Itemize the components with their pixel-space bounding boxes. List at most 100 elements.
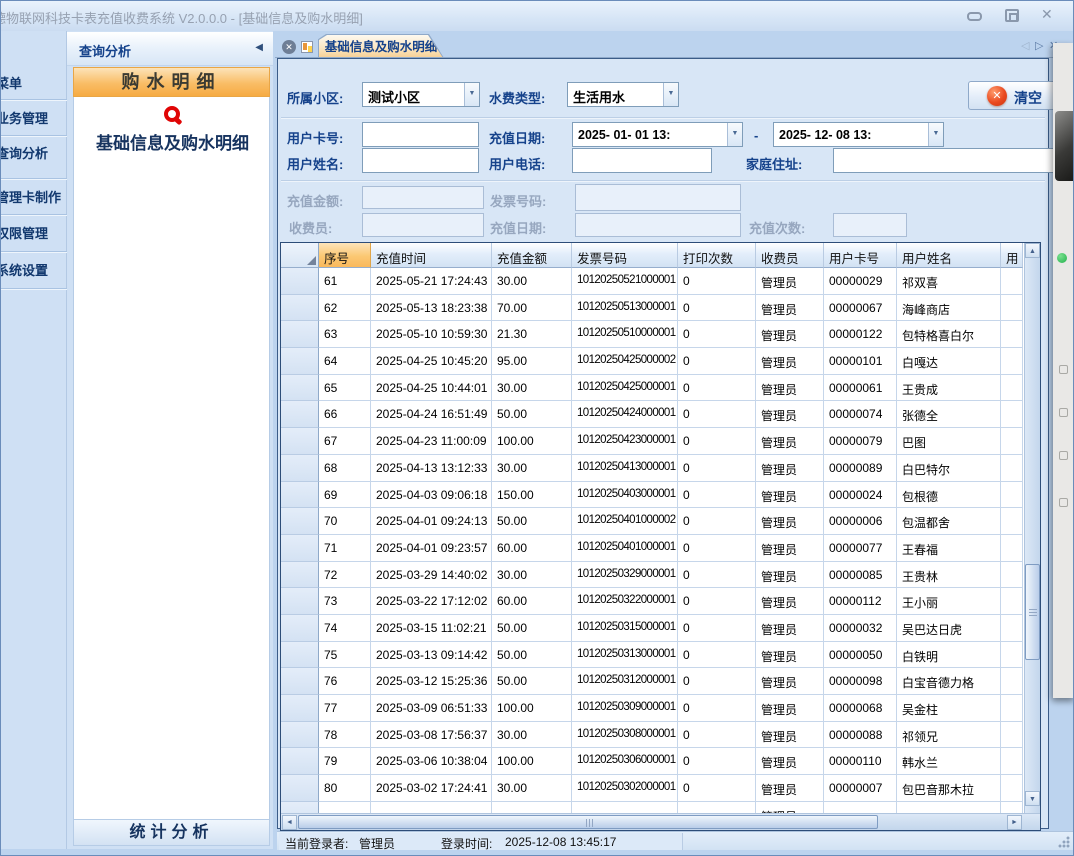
- table-cell: 76: [319, 668, 371, 695]
- table-cell: 10120250513000001: [572, 295, 678, 322]
- table-row[interactable]: 792025-03-06 10:38:04100.001012025030600…: [281, 748, 1023, 775]
- table-row[interactable]: 742025-03-15 11:02:2150.0010120250315000…: [281, 615, 1023, 642]
- row-selector-cell[interactable]: [281, 508, 319, 535]
- table-cell: 0: [678, 775, 756, 802]
- table-row[interactable]: 642025-04-25 10:45:2095.0010120250425000…: [281, 348, 1023, 375]
- column-header-collector[interactable]: 收费员: [756, 243, 824, 268]
- table-row[interactable]: 782025-03-08 17:56:3730.0010120250308000…: [281, 722, 1023, 749]
- row-selector-cell[interactable]: [281, 722, 319, 749]
- collapse-arrow-icon[interactable]: ◀: [255, 42, 263, 53]
- close-button[interactable]: ✕: [1041, 6, 1051, 23]
- row-selector-cell[interactable]: [281, 428, 319, 455]
- row-selector-cell[interactable]: [281, 775, 319, 802]
- vertical-scrollbar[interactable]: ▲ ▼: [1024, 243, 1040, 813]
- scroll-left-icon[interactable]: ◄: [282, 815, 297, 830]
- table-row[interactable]: 712025-04-01 09:23:5760.0010120250401000…: [281, 535, 1023, 562]
- nav-item-card-making[interactable]: 管理卡制作: [0, 187, 61, 206]
- column-header-print-count[interactable]: 打印次数: [678, 243, 756, 268]
- table-row[interactable]: 802025-03-02 17:24:4130.0010120250302000…: [281, 775, 1023, 802]
- column-header-user-name[interactable]: 用户姓名: [897, 243, 1001, 268]
- horizontal-scrollbar-thumb[interactable]: [298, 815, 878, 829]
- table-cell: 巴图: [897, 428, 1001, 455]
- table-row[interactable]: 692025-04-03 09:06:18150.001012025040300…: [281, 482, 1023, 509]
- nav-item-settings[interactable]: 系统设置: [0, 260, 48, 279]
- table-row[interactable]: 662025-04-24 16:51:4950.0010120250424000…: [281, 401, 1023, 428]
- community-select[interactable]: 测试小区 ▼: [362, 82, 480, 107]
- row-selector-cell[interactable]: [281, 562, 319, 589]
- user-phone-input[interactable]: [572, 148, 712, 173]
- table-row[interactable]: 732025-03-22 17:12:0260.0010120250322000…: [281, 588, 1023, 615]
- minimize-button[interactable]: [967, 12, 982, 21]
- scroll-down-icon[interactable]: ▼: [1025, 791, 1040, 806]
- row-selector-cell[interactable]: [281, 401, 319, 428]
- row-selector-cell[interactable]: [281, 642, 319, 669]
- table-row[interactable]: 702025-04-01 09:24:1350.0010120250401000…: [281, 508, 1023, 535]
- row-selector-cell[interactable]: [281, 802, 319, 813]
- scroll-right-icon[interactable]: ►: [1007, 815, 1022, 830]
- column-header-amount[interactable]: 充值金额: [492, 243, 572, 268]
- sidebar-group-header[interactable]: 购水明细: [73, 67, 270, 97]
- sidebar-item-basic-info[interactable]: 基础信息及购水明细: [74, 129, 271, 154]
- card-no-input[interactable]: [362, 122, 479, 147]
- row-selector-cell[interactable]: [281, 535, 319, 562]
- table-cell: 00000007: [824, 775, 897, 802]
- restore-button[interactable]: [1005, 9, 1019, 22]
- scroll-up-icon[interactable]: ▲: [1025, 243, 1040, 258]
- table-row[interactable]: 672025-04-23 11:00:09100.001012025042300…: [281, 428, 1023, 455]
- chevron-down-icon[interactable]: ▼: [663, 83, 678, 106]
- table-cell: 79: [319, 748, 371, 775]
- date-from-picker[interactable]: 2025- 01- 01 13: ▼: [572, 122, 743, 147]
- row-selector-cell[interactable]: [281, 482, 319, 509]
- user-name-input[interactable]: [362, 148, 479, 173]
- table-cell: 吴金柱: [897, 695, 1001, 722]
- column-header-card-no[interactable]: 用户卡号: [824, 243, 897, 268]
- nav-item-query[interactable]: 查询分析: [0, 143, 48, 162]
- row-selector-cell[interactable]: [281, 375, 319, 402]
- chevron-down-icon[interactable]: ▼: [464, 83, 479, 106]
- sidebar-footer-statistics[interactable]: 统计分析: [73, 819, 270, 846]
- search-icon: [164, 106, 180, 122]
- table-row[interactable]: 632025-05-10 10:59:3021.3010120250510000…: [281, 321, 1023, 348]
- horizontal-scrollbar[interactable]: ◄ ►: [281, 813, 1040, 830]
- date-to-picker[interactable]: 2025- 12- 08 13: ▼: [773, 122, 944, 147]
- water-type-label: 水费类型:: [489, 88, 545, 107]
- table-row[interactable]: 612025-05-21 17:24:4330.0010120250521000…: [281, 268, 1023, 295]
- table-row[interactable]: 682025-04-13 13:12:3330.0010120250413000…: [281, 455, 1023, 482]
- chevron-down-icon[interactable]: ▼: [928, 123, 943, 146]
- row-selector-cell[interactable]: [281, 348, 319, 375]
- row-selector-cell[interactable]: [281, 268, 319, 295]
- tab-scroll-right-icon[interactable]: ▷: [1035, 39, 1043, 52]
- table-row[interactable]: 752025-03-13 09:14:4250.0010120250313000…: [281, 642, 1023, 669]
- row-selector-cell[interactable]: [281, 455, 319, 482]
- column-header-partial[interactable]: 用: [1001, 243, 1023, 268]
- row-selector-header[interactable]: [281, 243, 319, 268]
- nav-item-business[interactable]: 业务管理: [0, 108, 48, 127]
- column-header-invoice[interactable]: 发票号码: [572, 243, 678, 268]
- address-input[interactable]: [833, 148, 1069, 173]
- vertical-scrollbar-thumb[interactable]: [1025, 564, 1040, 660]
- chevron-down-icon[interactable]: ▼: [727, 123, 742, 146]
- tab-close-icon[interactable]: ✕: [282, 40, 296, 54]
- nav-item-permission[interactable]: 权限管理: [0, 223, 48, 242]
- table-row[interactable]: 管理员: [281, 802, 1023, 813]
- tab-scroll-left-icon[interactable]: ◁: [1021, 39, 1029, 52]
- row-selector-cell[interactable]: [281, 668, 319, 695]
- table-row[interactable]: 652025-04-25 10:44:0130.0010120250425000…: [281, 375, 1023, 402]
- table-row[interactable]: 722025-03-29 14:40:0230.0010120250329000…: [281, 562, 1023, 589]
- row-selector-cell[interactable]: [281, 615, 319, 642]
- table-row[interactable]: 622025-05-13 18:23:3870.0010120250513000…: [281, 295, 1023, 322]
- table-cell: 10120250306000001: [572, 748, 678, 775]
- row-selector-cell[interactable]: [281, 588, 319, 615]
- nav-item-menu[interactable]: 菜单: [0, 73, 22, 92]
- tab-basic-info[interactable]: 基础信息及购水明细: [318, 34, 444, 58]
- row-selector-cell[interactable]: [281, 695, 319, 722]
- water-type-select[interactable]: 生活用水 ▼: [567, 82, 679, 107]
- column-header-recharge-time[interactable]: 充值时间: [371, 243, 492, 268]
- row-selector-cell[interactable]: [281, 295, 319, 322]
- row-selector-cell[interactable]: [281, 748, 319, 775]
- table-row[interactable]: 762025-03-12 15:25:3650.0010120250312000…: [281, 668, 1023, 695]
- row-selector-cell[interactable]: [281, 321, 319, 348]
- table-row[interactable]: 772025-03-09 06:51:33100.001012025030900…: [281, 695, 1023, 722]
- column-header-serial[interactable]: 序号: [319, 243, 371, 268]
- resize-grip[interactable]: [1058, 836, 1070, 848]
